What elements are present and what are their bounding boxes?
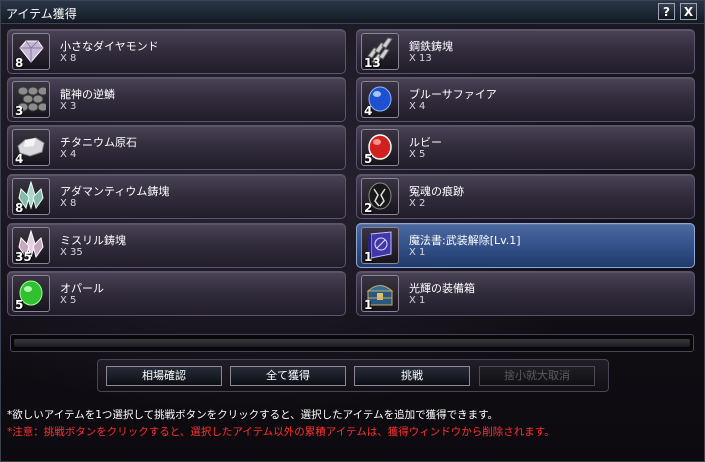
item-quantity: X 8 (60, 53, 77, 64)
item-count: 1 (364, 250, 373, 264)
item-count: 8 (15, 201, 24, 215)
item-count: 4 (15, 152, 24, 166)
treasure-chest-icon: 1 (361, 275, 399, 312)
item-count: 2 (364, 201, 373, 215)
item-slot-titanium-ore[interactable]: 4 チタニウム原石 X 4 (7, 125, 346, 170)
window-title: アイテム獲得 (6, 7, 77, 21)
item-count: 8 (15, 56, 24, 70)
item-count: 35 (15, 250, 32, 264)
item-name: 小さなダイヤモンド (60, 40, 159, 53)
item-slot-opal[interactable]: 5 オパール X 5 (7, 271, 346, 316)
item-name: 冤魂の痕跡 (409, 185, 464, 198)
item-count: 5 (364, 152, 373, 166)
item-quantity: X 5 (409, 149, 426, 160)
item-slot-ruby[interactable]: 5 ルビー X 5 (356, 125, 695, 170)
item-name: 龍神の逆鱗 (60, 88, 115, 101)
item-quantity: X 4 (409, 101, 426, 112)
item-slot-small-diamond[interactable]: 8 小さなダイヤモンド X 8 (7, 29, 346, 74)
ruby-icon: 5 (361, 129, 399, 166)
item-name: チタニウム原石 (60, 136, 137, 149)
get-all-button[interactable]: 全て獲得 (230, 366, 346, 386)
warning-note: *注意：挑戦ボタンをクリックすると、選択したアイテム以外の累積アイテムは、獲得ウ… (7, 426, 555, 438)
mithril-crystal-icon: 35 (12, 227, 50, 264)
item-acquire-window: アイテム獲得 ? X 8 小さなダイヤモンド X 8 3 龍神の逆鱗 X 3 4… (0, 0, 705, 462)
item-quantity: X 13 (409, 53, 432, 64)
item-slot-mithril-ingot[interactable]: 35 ミスリル鋳塊 X 35 (7, 223, 346, 268)
progress-bar (10, 334, 694, 352)
item-name: アダマンティウム鋳塊 (60, 185, 170, 198)
item-quantity: X 2 (409, 198, 426, 209)
item-quantity: X 35 (60, 247, 83, 258)
progress-bar-track (14, 339, 690, 347)
market-check-button[interactable]: 相場確認 (106, 366, 222, 386)
item-count: 4 (364, 104, 373, 118)
diamond-icon: 8 (12, 33, 50, 70)
item-slot-adamantium-ingot[interactable]: 8 アダマンティウム鋳塊 X 8 (7, 174, 346, 219)
item-name: 鋼鉄鋳塊 (409, 40, 453, 53)
instruction-note: *欲しいアイテムを1つ選択して挑戦ボタンをクリックすると、選択したアイテムを追加… (7, 409, 499, 421)
opal-gem-icon: 5 (12, 275, 50, 312)
item-quantity: X 3 (60, 101, 77, 112)
item-quantity: X 5 (60, 295, 77, 306)
blue-sapphire-icon: 4 (361, 81, 399, 118)
item-slot-dragon-scale[interactable]: 3 龍神の逆鱗 X 3 (7, 77, 346, 122)
adamantium-crystal-icon: 8 (12, 178, 50, 215)
help-button[interactable]: ? (658, 3, 675, 20)
steel-ingot-icon: 13 (361, 33, 399, 70)
item-name: 光輝の装備箱 (409, 282, 475, 295)
cancel-challenge-button[interactable]: 捨小就大取消 (479, 366, 595, 386)
item-count: 3 (15, 104, 24, 118)
item-name: ルビー (409, 136, 442, 149)
item-quantity: X 4 (60, 149, 77, 160)
item-name: ブルーサファイア (409, 88, 497, 101)
item-quantity: X 1 (409, 247, 426, 258)
item-slot-steel-ingot[interactable]: 13 鋼鉄鋳塊 X 13 (356, 29, 695, 74)
challenge-button[interactable]: 挑戦 (354, 366, 470, 386)
item-count: 1 (364, 298, 373, 312)
button-panel: 相場確認 全て獲得 挑戦 捨小就大取消 (97, 359, 609, 392)
item-quantity: X 1 (409, 295, 426, 306)
title-bar[interactable]: アイテム獲得 ? X (1, 1, 704, 24)
spirit-trace-icon: 2 (361, 178, 399, 215)
close-button[interactable]: X (680, 3, 697, 20)
item-slot-blue-sapphire[interactable]: 4 ブルーサファイア X 4 (356, 77, 695, 122)
item-name: ミスリル鋳塊 (60, 234, 126, 247)
spellbook-icon: 1 (361, 227, 399, 264)
item-quantity: X 8 (60, 198, 77, 209)
item-slot-spirit-trace[interactable]: 2 冤魂の痕跡 X 2 (356, 174, 695, 219)
item-slot-radiant-equipment-box[interactable]: 1 光輝の装備箱 X 1 (356, 271, 695, 316)
item-name: オパール (60, 282, 104, 295)
item-count: 13 (364, 56, 381, 70)
titanium-ore-icon: 4 (12, 129, 50, 166)
dragon-scale-icon: 3 (12, 81, 50, 118)
item-name: 魔法書:武装解除[Lv.1] (409, 234, 521, 247)
item-slot-spellbook-disarm[interactable]: 1 魔法書:武装解除[Lv.1] X 1 (356, 223, 695, 268)
item-count: 5 (15, 298, 24, 312)
